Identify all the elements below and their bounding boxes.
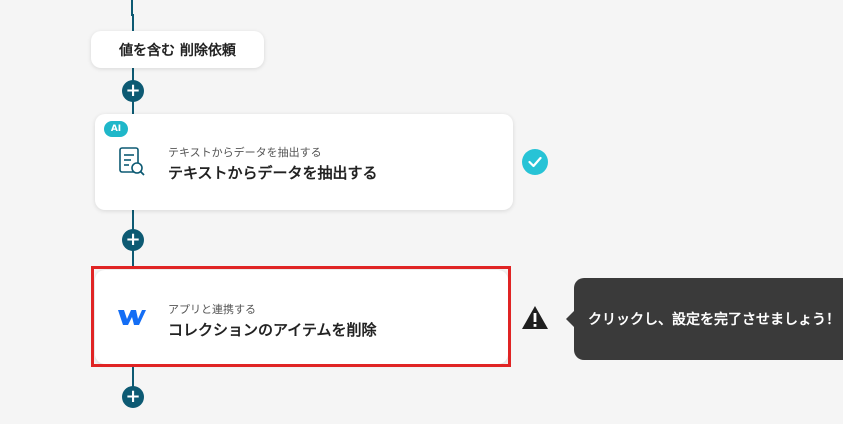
warning-icon [521, 305, 549, 334]
plus-icon: + [125, 229, 141, 250]
plus-icon: + [125, 80, 141, 101]
tooltip-text: クリックし、設定を完了させましょう！ [588, 312, 840, 328]
connector-top-corner [0, 0, 133, 16]
add-step-button[interactable]: + [122, 229, 144, 251]
step-title: テキストからデータを抽出する [168, 164, 378, 182]
trigger-condition-pill[interactable]: 値を含む 削除依頼 [91, 31, 264, 68]
tooltip-arrow [566, 311, 574, 327]
document-search-icon [117, 146, 147, 182]
plus-icon: + [125, 386, 141, 407]
step-card-ai-extract[interactable]: テキストからデータを抽出する テキストからデータを抽出する [95, 114, 513, 210]
setup-tooltip: クリックし、設定を完了させましょう！ [574, 278, 843, 360]
ai-badge: AI [104, 121, 128, 137]
add-step-button[interactable]: + [122, 80, 144, 102]
connector-line [132, 14, 134, 32]
check-icon [522, 149, 548, 175]
trigger-condition-label: 値を含む 削除依頼 [119, 42, 236, 59]
step-subtitle: テキストからデータを抽出する [168, 146, 322, 159]
highlight-frame [91, 266, 511, 367]
add-step-button[interactable]: + [122, 386, 144, 408]
